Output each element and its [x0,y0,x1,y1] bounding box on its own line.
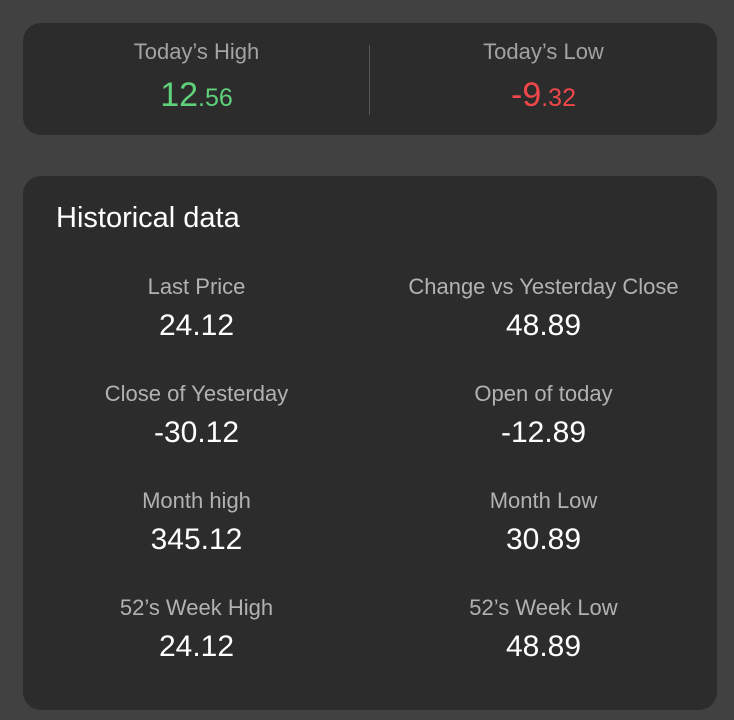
stat-label: Open of today [474,381,613,406]
stat-52-week-low: 52’s Week Low 48.89 [370,595,717,685]
stat-label: Month high [142,488,251,513]
stat-value: 345.12 [150,523,243,556]
todays-high: Today’s High 12.56 [23,23,370,135]
stat-value: -30.12 [153,416,240,449]
stat-month-low: Month Low 30.89 [370,488,717,578]
stat-52-week-high: 52’s Week High 24.12 [23,595,370,685]
stat-value: 48.89 [505,630,582,663]
stat-label: Change vs Yesterday Close [408,274,679,299]
stat-value: 30.89 [505,523,582,556]
stat-value: 24.12 [158,309,235,342]
stat-value: -12.89 [500,416,587,449]
stat-month-high: Month high 345.12 [23,488,370,578]
stat-value: 48.89 [505,309,582,342]
stat-last-price: Last Price 24.12 [23,274,370,364]
todays-low-label: Today’s Low [483,39,604,64]
stat-value: 24.12 [158,630,235,663]
stat-label: Close of Yesterday [104,381,289,406]
todays-high-value: 12.56 [23,75,370,122]
todays-high-integer: 12 [160,76,199,114]
todays-range-card: Today’s High 12.56 Today’s Low -9.32 [23,23,717,135]
stat-label: 52’s Week Low [469,595,618,620]
todays-low-integer: -9 [511,76,542,114]
todays-high-label: Today’s High [133,39,260,64]
todays-low: Today’s Low -9.32 [370,23,717,135]
todays-high-decimal: .56 [198,84,233,112]
stat-label: 52’s Week High [119,595,274,620]
todays-low-value: -9.32 [370,75,717,122]
historical-data-card: Historical data Last Price 24.12 Change … [23,176,717,710]
historical-data-title: Historical data [56,202,240,234]
stat-open-of-today: Open of today -12.89 [370,381,717,471]
stat-change-vs-yesterday-close: Change vs Yesterday Close 48.89 [370,274,717,364]
stat-label: Last Price [147,274,246,299]
stat-label: Month Low [489,488,598,513]
todays-low-decimal: .32 [541,84,576,112]
stat-close-of-yesterday: Close of Yesterday -30.12 [23,381,370,471]
